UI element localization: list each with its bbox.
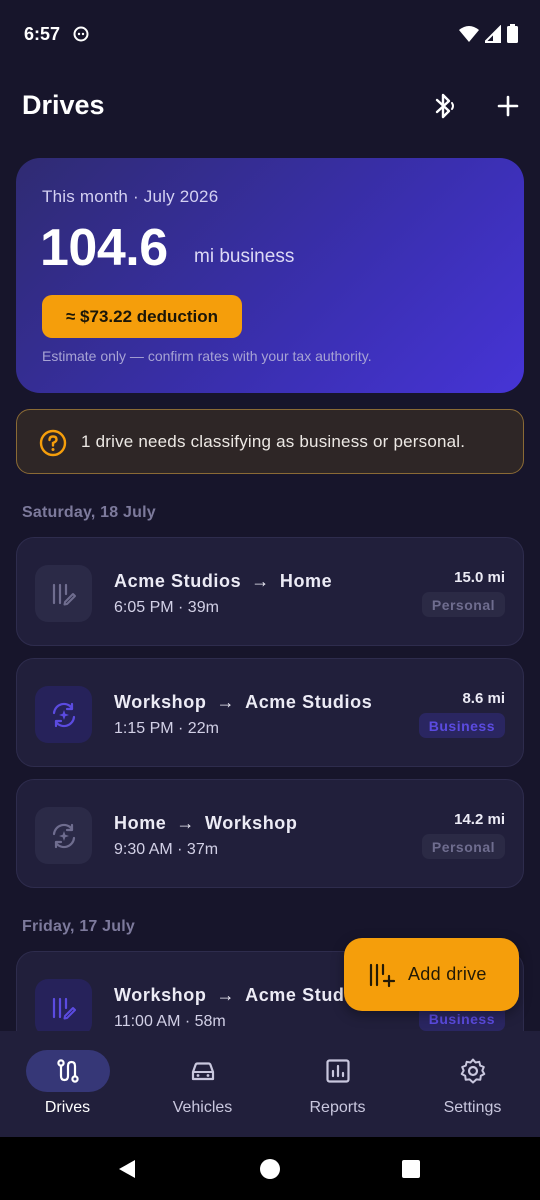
- bottom-nav: Drives Vehicles Reports Settings: [0, 1031, 540, 1137]
- add-drive-button[interactable]: Add drive: [344, 938, 519, 1011]
- car-icon: [191, 1062, 215, 1081]
- deduction-badge: ≈ $73.22 deduction: [42, 295, 242, 338]
- back-icon[interactable]: [116, 1158, 138, 1180]
- gear-icon: [460, 1058, 486, 1084]
- drive-category-badge: Business: [418, 713, 505, 738]
- nav-label: Vehicles: [172, 1099, 233, 1116]
- drive-time-duration: 1:15 PM · 22m: [114, 720, 219, 737]
- drive-category-badge: Personal: [421, 592, 505, 617]
- page-title: Drives: [22, 90, 105, 120]
- summary-period: This month · July 2026: [42, 187, 219, 206]
- help-circle-icon: [39, 429, 67, 457]
- signal-icon: [485, 24, 501, 43]
- nav-label: Settings: [443, 1099, 502, 1116]
- drive-card[interactable]: Acme Studios → Home 6:05 PM · 39m 15.0 mi …: [16, 537, 524, 646]
- route-icon: [57, 1059, 79, 1083]
- recents-icon[interactable]: [401, 1159, 421, 1179]
- drive-card[interactable]: Home → Workshop 9:30 AM · 37m 14.2 mi Pers…: [16, 779, 524, 888]
- nav-vehicles[interactable]: Vehicles: [135, 1031, 270, 1137]
- drive-distance: 15.0 mi: [454, 569, 505, 586]
- add-button[interactable]: [490, 88, 526, 124]
- status-bar: 6:57: [0, 0, 540, 68]
- drive-route: Workshop → Acme Studios: [114, 692, 373, 712]
- nav-label: Drives: [44, 1099, 91, 1116]
- add-drive-icon: [369, 963, 396, 987]
- system-nav-bar: [0, 1137, 540, 1200]
- auto-detect-icon: [35, 807, 92, 864]
- drive-distance: 8.6 mi: [462, 690, 505, 707]
- drive-time-duration: 6:05 PM · 39m: [114, 599, 219, 616]
- add-drive-label: Add drive: [408, 964, 487, 984]
- drive-card[interactable]: Workshop → Acme Studios 1:15 PM · 22m 8.6 …: [16, 658, 524, 767]
- monthly-summary-card[interactable]: This month · July 2026 104.6 mi business…: [16, 158, 524, 393]
- summary-unit: mi business: [194, 246, 295, 267]
- battery-icon: [507, 24, 518, 43]
- home-icon[interactable]: [259, 1158, 281, 1180]
- wifi-icon: [459, 25, 479, 42]
- manual-entry-icon: [35, 565, 92, 622]
- drive-route: Workshop → Acme Studios: [114, 985, 373, 1005]
- app-bar: Drives: [0, 80, 540, 132]
- status-time: 6:57: [24, 24, 61, 44]
- nav-label: Reports: [309, 1099, 366, 1116]
- drive-distance: 14.2 mi: [454, 811, 505, 828]
- summary-mileage: 104.6: [40, 219, 168, 277]
- alert-text: 1 drive needs classifying as business or…: [81, 432, 466, 451]
- drive-route: Acme Studios → Home: [114, 571, 333, 591]
- plus-icon: [497, 95, 519, 117]
- drive-time-duration: 11:00 AM · 58m: [114, 1013, 226, 1030]
- nav-reports[interactable]: Reports: [270, 1031, 405, 1137]
- day-header: Friday, 17 July: [22, 918, 135, 935]
- nav-settings[interactable]: Settings: [405, 1031, 540, 1137]
- bluetooth-button[interactable]: [426, 88, 462, 124]
- app-notification-icon: [73, 26, 89, 42]
- nav-drives[interactable]: Drives: [0, 1031, 135, 1137]
- drive-route: Home → Workshop: [114, 813, 298, 833]
- drive-category-badge: Personal: [421, 834, 505, 859]
- bluetooth-icon: [435, 93, 454, 119]
- chart-icon: [326, 1059, 350, 1083]
- day-header: Saturday, 18 July: [22, 504, 156, 521]
- summary-disclaimer: Estimate only — confirm rates with your …: [42, 348, 372, 364]
- manual-entry-icon: [35, 979, 92, 1036]
- classify-alert-banner[interactable]: 1 drive needs classifying as business or…: [16, 409, 524, 474]
- drive-time-duration: 9:30 AM · 37m: [114, 841, 219, 858]
- auto-detect-icon: [35, 686, 92, 743]
